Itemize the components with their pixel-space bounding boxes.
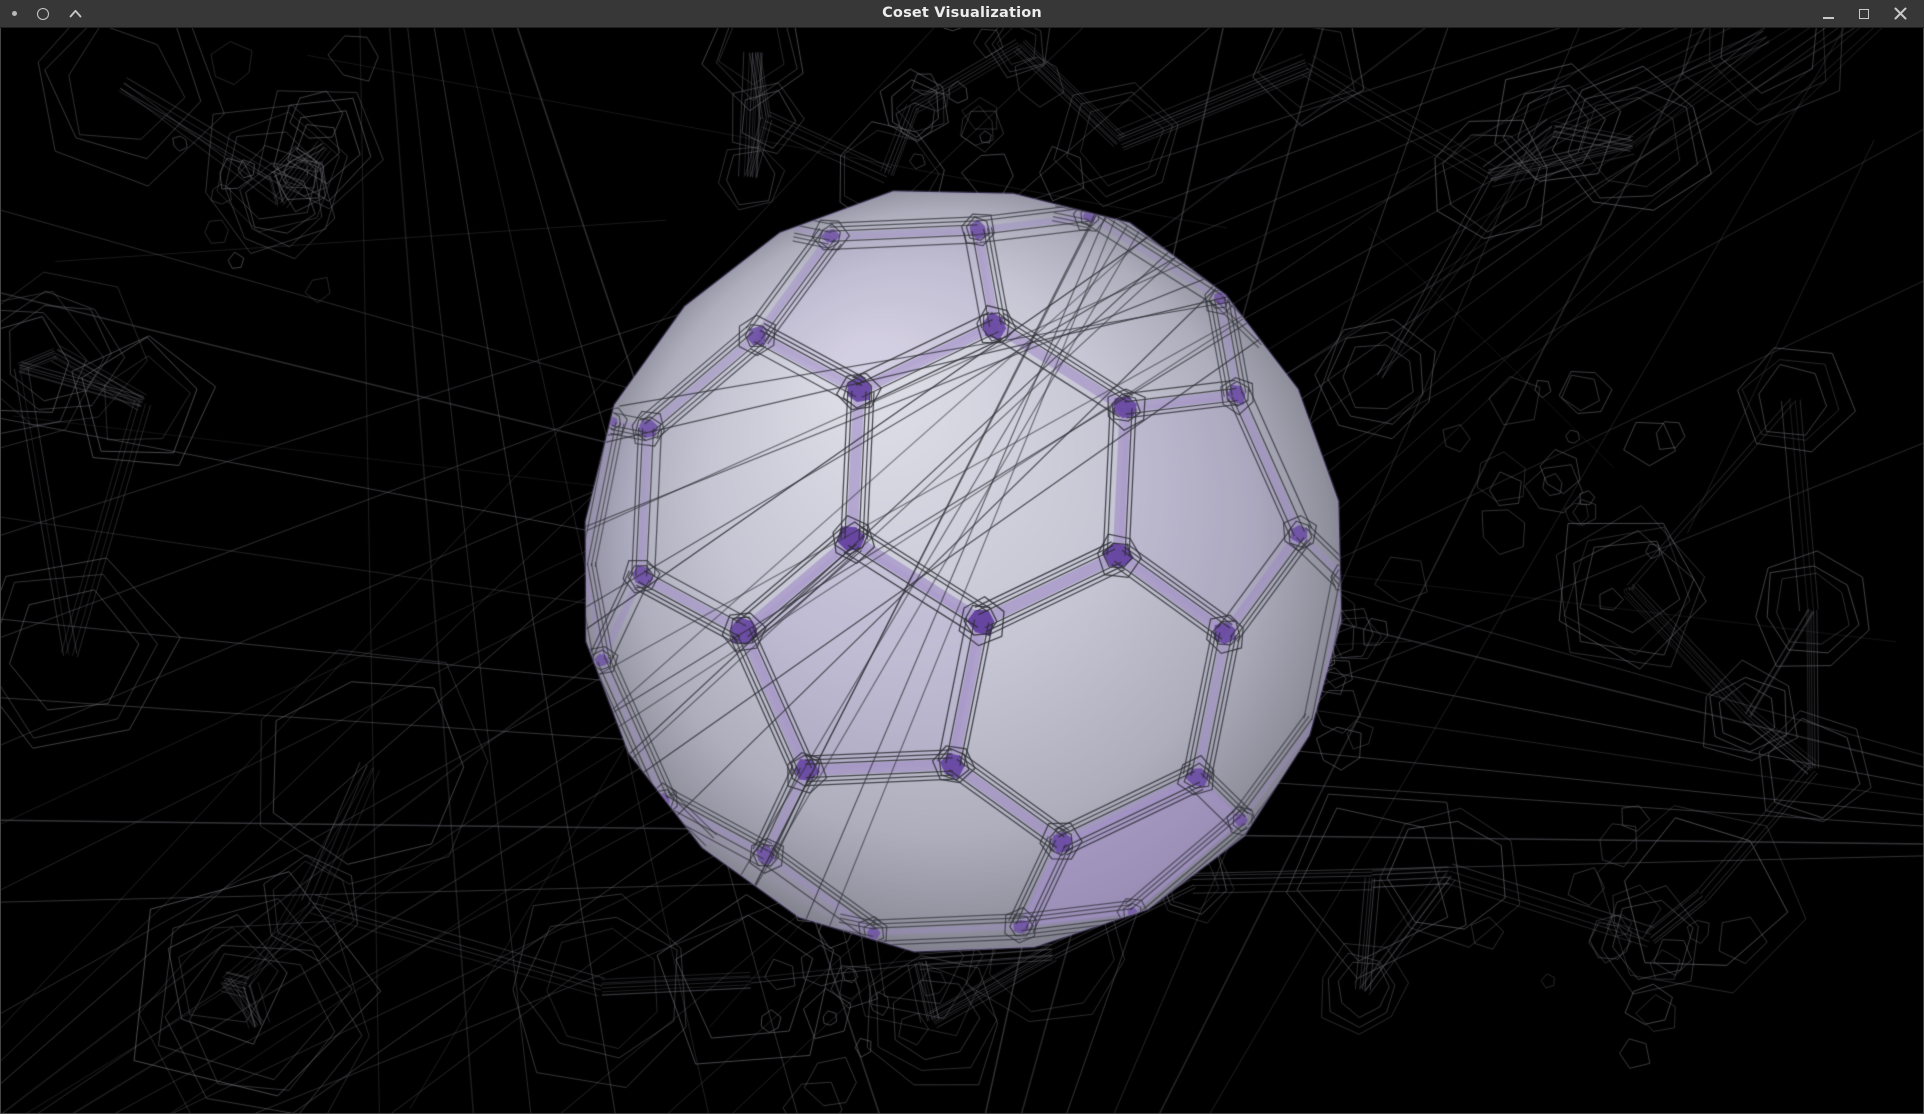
titlebar: Coset Visualization (0, 0, 1924, 28)
maximize-button[interactable] (1854, 4, 1874, 24)
close-button[interactable] (1890, 4, 1910, 24)
circle-icon[interactable] (37, 8, 49, 20)
titlebar-left-icons (0, 8, 82, 20)
window-controls (1818, 4, 1924, 24)
viewport-canvas[interactable] (1, 28, 1923, 1113)
window-title: Coset Visualization (0, 0, 1924, 27)
app-window: Coset Visualization (0, 0, 1924, 1114)
minimize-button[interactable] (1818, 4, 1838, 24)
close-icon (1894, 7, 1907, 20)
maximize-icon (1859, 9, 1869, 19)
minimize-icon (1823, 17, 1834, 19)
render-viewport (0, 28, 1924, 1114)
chevron-up-icon[interactable] (69, 9, 82, 18)
dot-icon (12, 11, 17, 16)
